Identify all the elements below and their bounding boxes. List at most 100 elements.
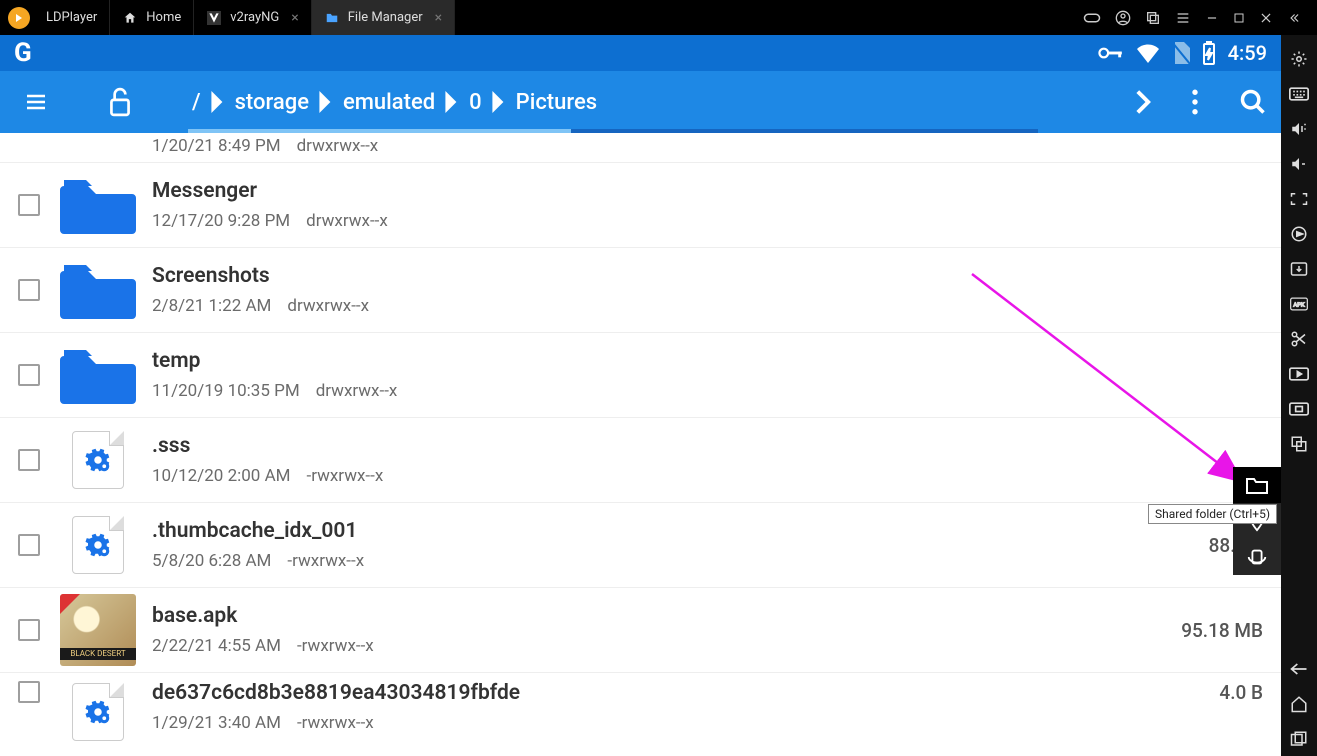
breadcrumb-segment[interactable]: 0 <box>469 90 482 115</box>
chevron-right-icon <box>319 91 333 113</box>
rail-record-icon[interactable] <box>1281 356 1317 391</box>
rail-apk-icon[interactable]: APK <box>1281 286 1317 321</box>
window-controls <box>1083 10 1309 26</box>
menu-icon[interactable] <box>1175 10 1191 26</box>
close-icon[interactable] <box>1259 11 1273 25</box>
rail-volume-up-icon[interactable] <box>1281 111 1317 146</box>
account-icon[interactable] <box>1115 10 1131 26</box>
vpn-key-icon <box>1098 44 1124 62</box>
rail-back-icon[interactable] <box>1281 651 1317 686</box>
emulator-tab-label: Home <box>146 10 181 25</box>
hamburger-menu-icon[interactable] <box>14 90 58 114</box>
file-perm: -rwxrwx--x <box>307 466 384 486</box>
collapse-rail-icon[interactable] <box>1287 11 1301 25</box>
tab-indicator <box>188 129 1038 133</box>
rail-volume-down-icon[interactable] <box>1281 146 1317 181</box>
file-row[interactable]: .sss10/12/20 2:00 AM-rwxrwx--x <box>0 418 1281 503</box>
checkbox[interactable] <box>18 364 40 386</box>
file-perm: drwxrwx--x <box>297 136 379 156</box>
folder-icon <box>324 10 340 26</box>
clock-time: 4:59 <box>1228 41 1267 65</box>
rail-scissors-icon[interactable] <box>1281 321 1317 356</box>
file-row[interactable]: de637c6cd8b3e8819ea43034819fbfde 1/29/21 … <box>0 673 1281 739</box>
emulator-brand-tab[interactable]: LDPlayer <box>34 0 110 35</box>
multi-instance-icon[interactable] <box>1145 10 1161 26</box>
emulator-tab-filemanager[interactable]: File Manager × <box>312 0 455 35</box>
rail-keyboard-icon[interactable] <box>1281 76 1317 111</box>
file-perm: -rwxrwx--x <box>297 713 374 733</box>
file-perm: drwxrwx--x <box>316 381 398 401</box>
breadcrumb-root[interactable]: / <box>192 90 201 115</box>
android-status-bar: G 4:59 <box>0 35 1281 71</box>
checkbox[interactable] <box>18 534 40 556</box>
app-icon <box>206 10 222 26</box>
minimize-icon[interactable] <box>1205 11 1219 25</box>
rail-settings-icon[interactable] <box>1281 41 1317 76</box>
file-name: temp <box>152 349 1263 373</box>
rail-multi-window-icon[interactable] <box>1281 426 1317 461</box>
chevron-right-icon <box>211 91 225 113</box>
home-icon <box>122 10 138 26</box>
apk-thumbnail: BLACK DESERT <box>60 599 136 661</box>
checkbox[interactable] <box>18 681 40 703</box>
emulator-tab-v2rayng[interactable]: v2rayNG × <box>194 0 312 35</box>
checkbox[interactable] <box>18 449 40 471</box>
rail-home-icon[interactable] <box>1281 686 1317 721</box>
chevron-right-icon <box>445 91 459 113</box>
rail-screenshot-icon[interactable] <box>1281 391 1317 426</box>
breadcrumb: / storage emulated 0 Pictures <box>152 90 597 115</box>
file-row[interactable]: Messenger12/17/20 9:28 PMdrwxrwx--x <box>0 163 1281 248</box>
file-row[interactable]: Screenshots2/8/21 1:22 AMdrwxrwx--x <box>0 248 1281 333</box>
emulator-tab-label: File Manager <box>348 10 423 25</box>
file-date: 10/12/20 2:00 AM <box>152 466 291 486</box>
close-tab-icon[interactable]: × <box>291 10 298 26</box>
settings-file-icon <box>60 681 136 743</box>
close-tab-icon[interactable]: × <box>435 10 442 26</box>
file-perm: -rwxrwx--x <box>297 636 374 656</box>
file-manager-appbar: / storage emulated 0 Pictures <box>0 71 1281 133</box>
file-date: 12/17/20 9:28 PM <box>152 211 290 231</box>
rail-sync-icon[interactable] <box>1281 216 1317 251</box>
search-icon[interactable] <box>1239 88 1267 116</box>
checkbox[interactable] <box>18 194 40 216</box>
file-row[interactable]: .thumbcache_idx_0015/8/20 6:28 AM-rwxrwx… <box>0 503 1281 588</box>
emulator-brand-label: LDPlayer <box>46 10 97 25</box>
rail-recents-icon[interactable] <box>1281 721 1317 756</box>
panel-rotate-icon[interactable] <box>1233 539 1281 575</box>
svg-text:APK: APK <box>1293 302 1304 308</box>
file-row[interactable]: temp 11/20/19 10:35 PM drwxrwx--x <box>0 333 1281 418</box>
file-name: de637c6cd8b3e8819ea43034819fbfde <box>152 681 1219 705</box>
gamepad-icon[interactable] <box>1083 11 1101 25</box>
file-row[interactable]: BLACK DESERTbase.apk2/22/21 4:55 AM-rwxr… <box>0 588 1281 673</box>
chevron-right-icon <box>492 91 506 113</box>
file-date: 1/29/21 3:40 AM <box>152 713 281 733</box>
file-date: 5/8/20 6:28 AM <box>152 551 271 571</box>
shared-folder-tooltip: Shared folder (Ctrl+5) <box>1148 504 1277 524</box>
emulator-tab-bar: LDPlayer Home v2rayNG × File Manager × <box>0 0 1317 35</box>
breadcrumb-segment[interactable]: storage <box>235 90 309 115</box>
unlock-icon[interactable] <box>98 87 142 117</box>
file-row[interactable]: 1/20/21 8:49 PM drwxrwx--x <box>0 133 1281 163</box>
rail-install-apk-icon[interactable] <box>1281 251 1317 286</box>
wifi-icon <box>1136 43 1160 63</box>
breadcrumb-segment[interactable]: emulated <box>343 90 435 115</box>
file-size: 95.18 MB <box>1181 619 1263 642</box>
checkbox[interactable] <box>18 279 40 301</box>
emulator-tab-home[interactable]: Home <box>110 0 194 35</box>
file-name: .thumbcache_idx_001 <box>152 519 1209 543</box>
shared-folder-button[interactable] <box>1233 467 1281 503</box>
folder-icon <box>60 259 136 321</box>
file-perm: drwxrwx--x <box>287 296 369 316</box>
breadcrumb-segment[interactable]: Pictures <box>516 90 597 115</box>
more-icon[interactable] <box>1191 89 1199 115</box>
forward-arrow-icon[interactable] <box>1135 89 1151 115</box>
checkbox[interactable] <box>18 619 40 641</box>
rail-fullscreen-icon[interactable] <box>1281 181 1317 216</box>
file-date: 1/20/21 8:49 PM <box>152 136 281 156</box>
file-list[interactable]: 1/20/21 8:49 PM drwxrwx--x Messenger12/17/… <box>0 133 1281 756</box>
google-logo-icon: G <box>14 38 32 68</box>
file-date: 11/20/19 10:35 PM <box>152 381 300 401</box>
file-date: 2/8/21 1:22 AM <box>152 296 271 316</box>
no-sim-icon <box>1172 42 1190 64</box>
maximize-icon[interactable] <box>1233 12 1245 24</box>
